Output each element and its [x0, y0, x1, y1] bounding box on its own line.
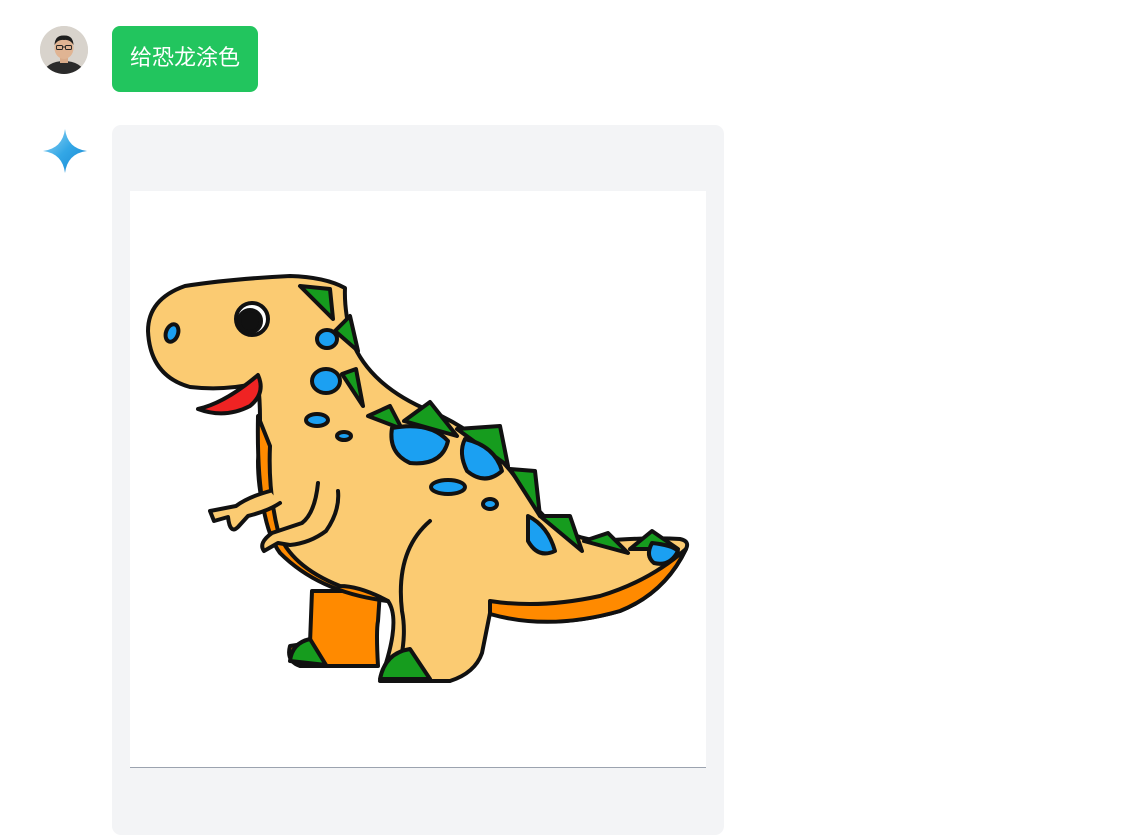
generated-image[interactable] [130, 191, 706, 768]
assistant-message-bubble [112, 125, 724, 835]
user-message-bubble: 给恐龙涂色 [112, 26, 259, 92]
user-avatar-icon [40, 26, 88, 74]
user-avatar[interactable] [40, 26, 88, 74]
sparkle-icon [42, 128, 88, 174]
colored-dinosaur-illustration [146, 274, 690, 683]
